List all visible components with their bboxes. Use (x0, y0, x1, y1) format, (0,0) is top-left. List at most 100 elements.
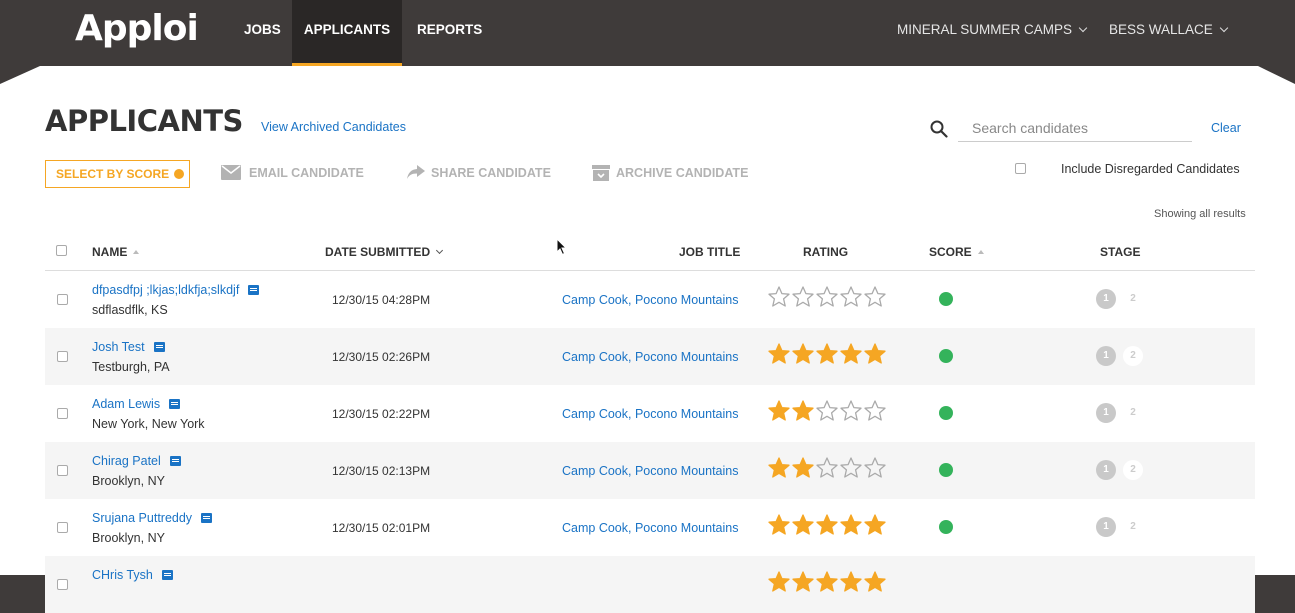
message-note-icon[interactable] (201, 513, 213, 523)
candidate-name-link[interactable]: Chirag Patel (92, 454, 181, 468)
view-archived-candidates-link[interactable]: View Archived Candidates (261, 120, 406, 134)
star-empty-icon[interactable] (815, 399, 839, 423)
star-filled-icon[interactable] (767, 399, 791, 423)
star-filled-icon[interactable] (815, 570, 839, 594)
share-candidate-button[interactable]: SHARE CANDIDATE (407, 165, 551, 180)
column-header-stage[interactable]: STAGE (1100, 245, 1140, 259)
row-select-checkbox[interactable] (57, 522, 68, 533)
row-select-checkbox[interactable] (57, 294, 68, 305)
user-menu-dropdown[interactable]: BESS WALLACE (1109, 0, 1229, 60)
star-empty-icon[interactable] (815, 456, 839, 480)
stage-step-2[interactable]: 2 (1123, 517, 1143, 537)
star-filled-icon[interactable] (791, 513, 815, 537)
rating-stars[interactable] (767, 399, 887, 423)
stage-step-1[interactable]: 1 (1096, 346, 1116, 366)
star-filled-icon[interactable] (791, 570, 815, 594)
message-note-icon[interactable] (169, 456, 181, 466)
star-filled-icon[interactable] (767, 456, 791, 480)
clear-search-link[interactable]: Clear (1211, 121, 1241, 135)
star-filled-icon[interactable] (767, 513, 791, 537)
select-all-checkbox[interactable] (56, 245, 67, 256)
stage-step-2[interactable]: 2 (1123, 289, 1143, 309)
star-filled-icon[interactable] (839, 342, 863, 366)
nav-reports[interactable]: REPORTS (417, 0, 482, 66)
nav-applicants[interactable]: APPLICANTS (292, 0, 402, 66)
job-title-link[interactable]: Camp Cook, Pocono Mountains (562, 521, 738, 535)
candidate-name-link[interactable]: Srujana Puttreddy (92, 511, 213, 525)
star-filled-icon[interactable] (815, 342, 839, 366)
organization-dropdown[interactable]: MINERAL SUMMER CAMPS (897, 0, 1088, 60)
star-empty-icon[interactable] (863, 399, 887, 423)
archive-candidate-button[interactable]: ARCHIVE CANDIDATE (592, 165, 748, 181)
star-empty-icon[interactable] (839, 399, 863, 423)
star-filled-icon[interactable] (839, 513, 863, 537)
apploi-logo[interactable]: Apploi (75, 8, 199, 49)
table-row[interactable]: dfpasdfpj ;lkjas;ldkfja;slkdjf sdflasdflk… (45, 271, 1255, 328)
stage-step-1[interactable]: 1 (1096, 517, 1116, 537)
table-row[interactable]: Chirag Patel Brooklyn, NY 12/30/15 02:13PM… (45, 442, 1255, 499)
column-header-score[interactable]: SCORE (929, 245, 984, 259)
rating-stars[interactable] (767, 285, 887, 309)
rating-stars[interactable] (767, 342, 887, 366)
star-filled-icon[interactable] (863, 513, 887, 537)
star-filled-icon[interactable] (815, 513, 839, 537)
row-select-checkbox[interactable] (57, 579, 68, 590)
column-header-job-title[interactable]: JOB TITLE (679, 245, 740, 259)
star-empty-icon[interactable] (839, 285, 863, 309)
message-note-icon[interactable] (248, 285, 260, 295)
stage-step-1[interactable]: 1 (1096, 460, 1116, 480)
star-filled-icon[interactable] (767, 342, 791, 366)
table-row[interactable]: CHris Tysh (45, 556, 1255, 613)
job-title-link[interactable]: Camp Cook, Pocono Mountains (562, 407, 738, 421)
select-by-score-button[interactable]: SELECT BY SCORE (45, 160, 190, 188)
rating-stars[interactable] (767, 570, 887, 594)
column-header-rating[interactable]: RATING (803, 245, 848, 259)
stage-step-1[interactable]: 1 (1096, 403, 1116, 423)
row-select-checkbox[interactable] (57, 408, 68, 419)
star-filled-icon[interactable] (791, 399, 815, 423)
stage-step-2[interactable]: 2 (1123, 460, 1143, 480)
candidate-name-link[interactable]: Josh Test (92, 340, 165, 354)
job-title-link[interactable]: Camp Cook, Pocono Mountains (562, 350, 738, 364)
rating-stars[interactable] (767, 456, 887, 480)
nav-jobs[interactable]: JOBS (244, 0, 281, 66)
star-empty-icon[interactable] (863, 285, 887, 309)
job-title-link[interactable]: Camp Cook, Pocono Mountains (562, 293, 738, 307)
star-filled-icon[interactable] (791, 456, 815, 480)
table-row[interactable]: Adam Lewis New York, New York 12/30/15 02:… (45, 385, 1255, 442)
table-row[interactable]: Srujana Puttreddy Brooklyn, NY 12/30/15 02… (45, 499, 1255, 556)
stage-step-2[interactable]: 2 (1123, 346, 1143, 366)
candidate-name-link[interactable]: Adam Lewis (92, 397, 181, 411)
star-empty-icon[interactable] (839, 456, 863, 480)
star-empty-icon[interactable] (767, 285, 791, 309)
search-candidates-input[interactable] (958, 115, 1192, 142)
column-header-name-label: NAME (92, 245, 128, 259)
star-empty-icon[interactable] (815, 285, 839, 309)
message-note-icon[interactable] (153, 342, 165, 352)
column-header-date-submitted[interactable]: DATE SUBMITTED (325, 245, 444, 259)
job-title-link[interactable]: Camp Cook, Pocono Mountains (562, 464, 738, 478)
select-by-score-label: SELECT BY SCORE (56, 167, 170, 181)
stage-step-2[interactable]: 2 (1123, 403, 1143, 423)
candidate-name-link[interactable]: CHris Tysh (92, 568, 173, 582)
stage-step-1[interactable]: 1 (1096, 289, 1116, 309)
star-empty-icon[interactable] (791, 285, 815, 309)
star-filled-icon[interactable] (791, 342, 815, 366)
star-filled-icon[interactable] (767, 570, 791, 594)
table-row[interactable]: Josh Test Testburgh, PA 12/30/15 02:26PM Ca… (45, 328, 1255, 385)
email-candidate-button[interactable]: EMAIL CANDIDATE (221, 165, 364, 180)
include-disregarded-checkbox[interactable] (1015, 163, 1026, 174)
message-note-icon[interactable] (161, 570, 173, 580)
column-header-name[interactable]: NAME (92, 245, 140, 259)
rating-stars[interactable] (767, 513, 887, 537)
message-note-icon[interactable] (169, 399, 181, 409)
row-select-checkbox[interactable] (57, 351, 68, 362)
candidate-name-link[interactable]: dfpasdfpj ;lkjas;ldkfja;slkdjf (92, 283, 260, 297)
star-empty-icon[interactable] (863, 456, 887, 480)
star-filled-icon[interactable] (863, 342, 887, 366)
search-icon[interactable] (930, 120, 948, 138)
chevron-down-icon (1219, 23, 1229, 33)
star-filled-icon[interactable] (839, 570, 863, 594)
row-select-checkbox[interactable] (57, 465, 68, 476)
star-filled-icon[interactable] (863, 570, 887, 594)
